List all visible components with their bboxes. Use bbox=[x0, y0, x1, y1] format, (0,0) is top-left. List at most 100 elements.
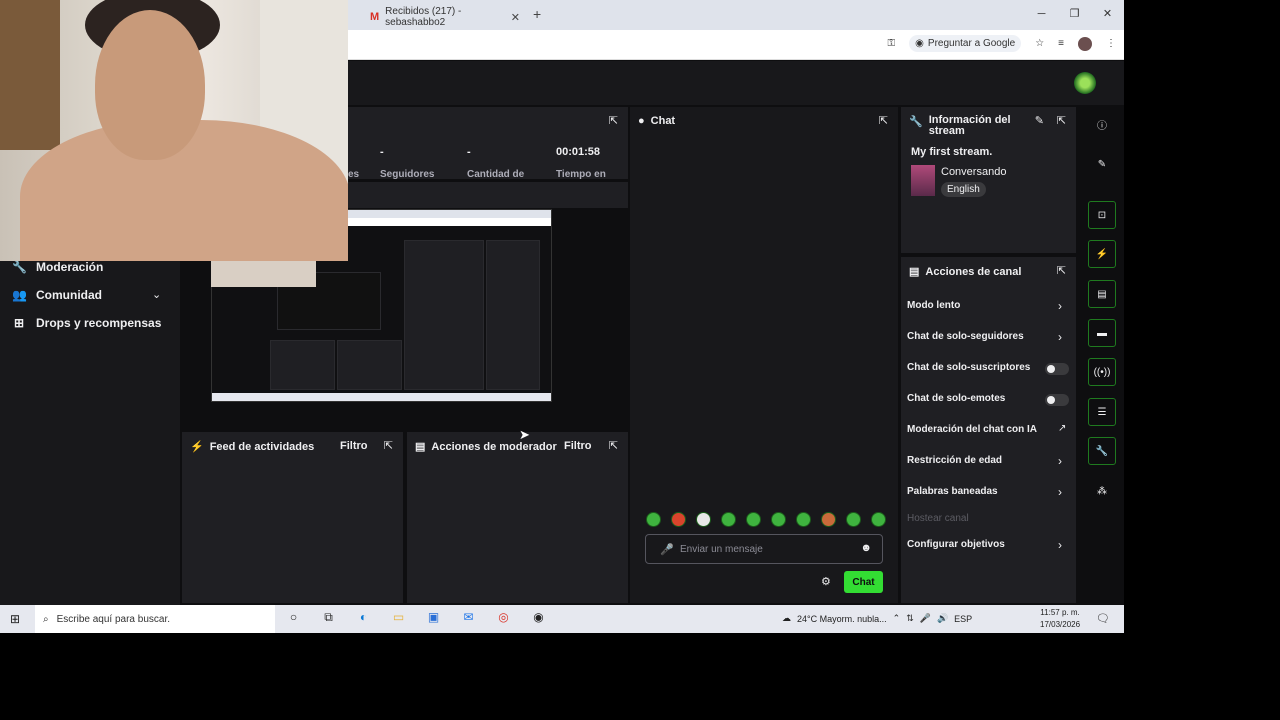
popout-icon[interactable]: ⇱ bbox=[879, 114, 888, 127]
browser-tab-gmail[interactable]: M Recibidos (217) - sebashabbo2 ✕ bbox=[360, 4, 526, 30]
maximize-button[interactable]: ❐ bbox=[1058, 0, 1091, 30]
volume-icon[interactable]: 🔊 bbox=[937, 613, 948, 624]
close-tab-icon[interactable]: ✕ bbox=[511, 11, 520, 24]
mod-filter-button[interactable]: Filtro bbox=[564, 440, 592, 452]
emote-button[interactable] bbox=[746, 512, 761, 527]
action-subscribers-only: Chat de solo-suscriptores bbox=[907, 362, 1031, 373]
store-icon[interactable]: ▣ bbox=[425, 610, 442, 625]
broadcast-icon[interactable]: ((•)) bbox=[1088, 358, 1116, 386]
password-key-icon[interactable]: ⚿ bbox=[888, 38, 896, 49]
stream-info-header: 🔧 Información del stream bbox=[909, 115, 1011, 137]
minimize-button[interactable]: ─ bbox=[1025, 0, 1058, 30]
sidebar-item-drops[interactable]: ⊞ Drops y recompensas bbox=[12, 316, 161, 330]
taskbar-search-placeholder: Escribe aquí para buscar. bbox=[56, 613, 171, 625]
lens-icon: ◉ bbox=[915, 38, 924, 49]
ask-google-button[interactable]: ◉ Preguntar a Google bbox=[909, 35, 1022, 52]
clock-date: 17/03/2026 bbox=[1040, 620, 1081, 629]
obs-icon[interactable]: ◉ bbox=[530, 610, 547, 625]
microphone-icon[interactable]: 🎤 bbox=[660, 543, 674, 556]
notifications-icon[interactable]: 🗨 bbox=[1096, 612, 1110, 625]
popout-icon[interactable]: ⇱ bbox=[1057, 114, 1066, 127]
clip-icon[interactable]: ⊡ bbox=[1088, 201, 1116, 229]
stat-count-value: - bbox=[467, 146, 471, 158]
document-icon: ▤ bbox=[909, 266, 920, 278]
new-tab-button[interactable]: + bbox=[533, 6, 541, 22]
cortana-icon[interactable]: ○ bbox=[285, 610, 302, 625]
task-view-icon[interactable]: ⧉ bbox=[320, 610, 337, 625]
taskbar-search-box[interactable]: ⌕ Escribe aquí para buscar. bbox=[35, 605, 275, 633]
file-explorer-icon[interactable]: ▭ bbox=[390, 610, 407, 625]
popout-icon[interactable]: ⇱ bbox=[1057, 264, 1066, 277]
action-age-restriction[interactable]: Restricción de edad bbox=[907, 455, 1002, 466]
chrome-icon[interactable]: ◎ bbox=[495, 610, 512, 625]
external-link-icon[interactable]: ↗ bbox=[1058, 423, 1066, 434]
bookmark-star-icon[interactable]: ☆ bbox=[1035, 38, 1044, 49]
emote-button[interactable] bbox=[871, 512, 886, 527]
emote-button[interactable] bbox=[796, 512, 811, 527]
chevron-right-icon[interactable]: › bbox=[1058, 330, 1062, 344]
system-tray: ☁ 24°C Mayorm. nubla... ⌃ ⇅ 🎤 🔊 ESP bbox=[782, 613, 972, 624]
popout-icon[interactable]: ⇱ bbox=[609, 114, 618, 127]
edge-icon[interactable]: ◐ bbox=[355, 610, 372, 625]
chevron-up-icon[interactable]: ⌃ bbox=[893, 613, 901, 624]
microphone-icon[interactable]: 🎤 bbox=[920, 613, 931, 624]
emote-button[interactable] bbox=[646, 512, 661, 527]
chevron-right-icon[interactable]: › bbox=[1058, 454, 1062, 468]
stream-category[interactable]: Conversando bbox=[941, 166, 1006, 178]
emote-button[interactable] bbox=[771, 512, 786, 527]
media-controls-icon[interactable]: ≡ bbox=[1058, 38, 1064, 49]
edit-pencil-icon[interactable]: ✎ bbox=[1035, 114, 1044, 127]
document-icon[interactable]: ▤ bbox=[1088, 280, 1116, 308]
action-slow-mode[interactable]: Modo lento bbox=[907, 300, 960, 311]
chevron-right-icon[interactable]: › bbox=[1058, 299, 1062, 313]
chat-bubble-icon[interactable]: ▬ bbox=[1088, 319, 1116, 347]
emote-button[interactable] bbox=[846, 512, 861, 527]
subscribers-only-toggle[interactable] bbox=[1045, 363, 1069, 375]
stream-title: My first stream. bbox=[911, 146, 993, 158]
chevron-down-icon[interactable]: ⌄ bbox=[152, 288, 161, 301]
stat-label-partial: es bbox=[348, 169, 360, 180]
stack-icon[interactable]: ☰ bbox=[1088, 398, 1116, 426]
network-icon[interactable]: ⇅ bbox=[906, 613, 914, 624]
action-banned-words[interactable]: Palabras baneadas bbox=[907, 486, 998, 497]
wrench-icon[interactable]: 🔧 bbox=[1088, 437, 1116, 465]
popout-icon[interactable]: ⇱ bbox=[384, 439, 393, 452]
chat-title: Chat bbox=[650, 115, 676, 127]
close-window-button[interactable]: ✕ bbox=[1091, 0, 1124, 30]
chevron-right-icon[interactable]: › bbox=[1058, 485, 1062, 499]
extensions-icon[interactable]: ⁂ bbox=[1088, 477, 1116, 505]
emoji-picker-icon[interactable]: ☻ bbox=[860, 542, 872, 554]
bolt-icon[interactable]: ⚡ bbox=[1088, 240, 1116, 268]
action-followers-only[interactable]: Chat de solo-seguidores bbox=[907, 331, 1024, 342]
chat-send-button[interactable]: Chat bbox=[844, 571, 883, 593]
emote-button[interactable] bbox=[821, 512, 836, 527]
emotes-only-toggle[interactable] bbox=[1045, 394, 1069, 406]
channel-actions-title: Acciones de canal bbox=[925, 265, 1022, 278]
windows-start-icon[interactable]: ⊞ bbox=[10, 612, 20, 626]
popout-icon[interactable]: ⇱ bbox=[609, 439, 618, 452]
edit-pencil-icon[interactable]: ✎ bbox=[1088, 150, 1116, 178]
emote-button[interactable] bbox=[721, 512, 736, 527]
people-icon: 👥 bbox=[12, 288, 27, 302]
user-avatar[interactable] bbox=[1074, 72, 1096, 94]
stat-followers-label: Seguidores bbox=[380, 169, 435, 180]
menu-kebab-icon[interactable]: ⋮ bbox=[1106, 38, 1116, 49]
chat-settings-gear-icon[interactable]: ⚙ bbox=[821, 575, 831, 588]
sidebar-item-moderacion[interactable]: 🔧 Moderación bbox=[12, 260, 103, 274]
weather-text[interactable]: 24°C Mayorm. nubla... bbox=[797, 614, 887, 624]
sidebar-item-comunidad[interactable]: 👥 Comunidad bbox=[12, 288, 102, 302]
taskbar-clock[interactable]: 11:57 p. m. 17/03/2026 bbox=[1040, 607, 1080, 631]
action-ai-moderation[interactable]: Moderación del chat con IA bbox=[907, 424, 1037, 435]
mail-icon[interactable]: ✉ bbox=[460, 610, 477, 625]
emote-button[interactable] bbox=[696, 512, 711, 527]
input-language[interactable]: ESP bbox=[954, 614, 972, 624]
action-set-goals[interactable]: Configurar objetivos bbox=[907, 539, 1005, 550]
chevron-right-icon[interactable]: › bbox=[1058, 538, 1062, 552]
chat-bubble-icon: ● bbox=[638, 115, 645, 127]
chat-input[interactable] bbox=[680, 541, 850, 557]
emote-button[interactable] bbox=[671, 512, 686, 527]
screen: M Recibidos (217) - sebashabbo2 ✕ + ─ ❐ … bbox=[0, 0, 1124, 633]
activity-filter-button[interactable]: Filtro bbox=[340, 440, 368, 452]
info-icon[interactable]: ⓘ bbox=[1088, 110, 1116, 138]
profile-avatar[interactable] bbox=[1078, 36, 1092, 51]
